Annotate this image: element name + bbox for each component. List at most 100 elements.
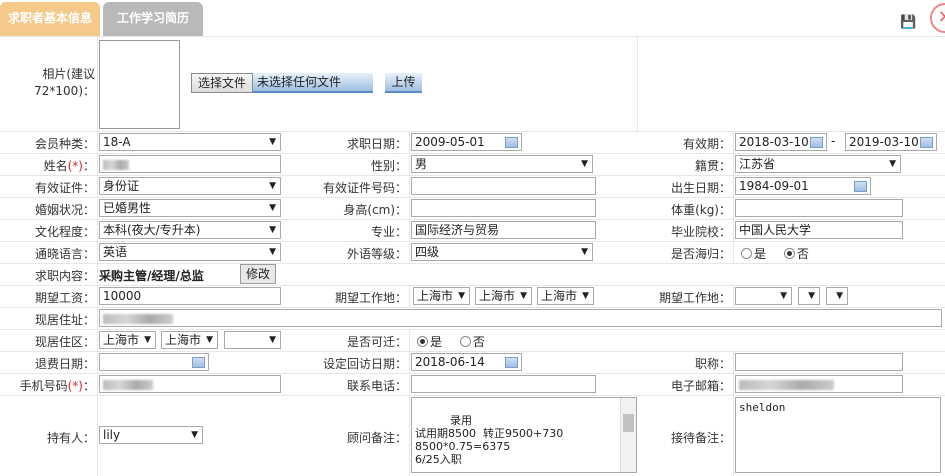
native-place-select[interactable]: 江苏省 ▼ [735,155,901,173]
relocate-yes-label: 是 [430,335,443,349]
returnee-label: 是否海归： [670,247,731,261]
relocate-no-label: 否 [472,335,485,349]
name-input[interactable] [99,155,281,173]
job-content-label: 求职内容： [34,269,95,283]
photo-label: 相片(建议 72*100)： [34,67,95,98]
holder-label: 持有人： [46,431,95,445]
chevron-down-icon: ▼ [889,159,896,169]
language-select[interactable]: 英语 ▼ [99,243,281,261]
email-input[interactable] [735,375,903,393]
phone-input[interactable] [411,375,596,393]
height-label: 身高(cm)： [343,203,407,217]
gender-label: 性别： [370,159,407,173]
weight-input[interactable] [735,199,903,217]
native-place-label: 籍贯： [694,159,731,173]
id-type-label: 有效证件： [34,181,95,195]
current-address-label: 现居住址： [34,313,95,327]
photo-row: 相片(建议 72*100)： 选择文件 未选择任何文件 上传 [0,36,945,132]
expected-city-select-1[interactable]: 上海市 ▼ [413,287,470,305]
chevron-down-icon: ▼ [581,159,588,169]
calendar-icon[interactable] [505,357,518,368]
education-select[interactable]: 本科(夜大/专升本) ▼ [99,221,281,239]
row-notes: 持有人： lily ▼ 顾问备注： 录用 试用期8500 转正9500+730 8… [0,395,945,476]
member-type-select[interactable]: 18-A ▼ [99,133,281,151]
row-expected: 期望工资： 10000 期望工作地： 上海市 ▼ 上海市 ▼ 上海市 ▼ 期望工作地：… [0,285,945,308]
language-level-select[interactable]: 四级 ▼ [411,243,593,261]
row-contact: 手机号码(*)： 联系电话： 电子邮箱： [0,373,945,396]
expected2-select-2[interactable]: ▼ [798,287,820,305]
mobile-label: 手机号码(*)： [19,379,95,393]
reception-note-label: 接待备注： [670,431,731,445]
education-label: 文化程度： [34,225,95,239]
validity-to-input[interactable]: 2019-03-10 [845,133,937,151]
revisit-date-input[interactable]: 2018-06-14 [411,353,522,371]
chevron-down-icon: ▼ [808,291,815,301]
chevron-down-icon: ▼ [191,430,198,440]
validity-separator: - [831,134,836,148]
expected-salary-label: 期望工资： [34,291,95,305]
consultant-note-textarea[interactable]: 录用 试用期8500 转正9500+730 8500*0.75=6375 6/2… [411,397,637,473]
returnee-yes-radio[interactable] [741,248,752,259]
calendar-icon[interactable] [854,181,867,192]
returnee-yes-label: 是 [754,247,767,261]
chevron-down-icon: ▼ [206,335,213,345]
calendar-icon[interactable] [810,137,823,148]
retire-date-label: 退费日期： [34,357,95,371]
id-number-input[interactable] [411,177,596,195]
row-job-content: 求职内容： 采购主管/经理/总监 修改 [0,263,945,286]
calendar-icon[interactable] [920,137,933,148]
scrollbar[interactable] [620,398,636,472]
tab-basic-info[interactable]: 求职者基本信息 [0,2,100,36]
upload-button[interactable]: 上传 [385,73,422,93]
current-address-input[interactable] [99,309,942,327]
expected-city-select-3[interactable]: 上海市 ▼ [537,287,594,305]
returnee-no-label: 否 [796,247,809,261]
calendar-icon[interactable] [192,357,205,368]
area-select-3[interactable]: ▼ [224,331,281,349]
holder-select[interactable]: lily ▼ [99,426,203,444]
expected-city-select-2[interactable]: 上海市 ▼ [475,287,532,305]
validity-from-input[interactable]: 2018-03-10 [735,133,827,151]
language-label: 通晓语言： [34,247,95,261]
id-type-select[interactable]: 身份证 ▼ [99,177,281,195]
tab-bar: 求职者基本信息 工作学习简历 💾 × [0,0,945,36]
gender-select[interactable]: 男 ▼ [411,155,593,173]
row-id: 有效证件： 身份证 ▼ 有效证件号码： 出生日期： 1984-09-01 [0,175,945,198]
job-content-value: 采购主管/经理/总监 [99,269,204,283]
save-icon[interactable]: 💾 [900,16,916,29]
chevron-down-icon: ▼ [458,291,465,301]
current-area-label: 现居住区： [34,335,95,349]
tab-resume[interactable]: 工作学习简历 [103,2,203,36]
member-type-label: 会员种类： [34,137,95,151]
calendar-icon[interactable] [505,137,518,148]
relocate-radio-group: 是 否 [417,333,485,350]
birth-date-input[interactable]: 1984-09-01 [735,177,871,195]
area-select-2[interactable]: 上海市 ▼ [161,331,218,349]
school-input[interactable]: 中国人民大学 [735,221,903,239]
title-label: 职称： [694,357,731,371]
reception-note-textarea[interactable]: sheldon [735,397,941,473]
applicant-form: 相片(建议 72*100)： 选择文件 未选择任何文件 上传 会员种类： 18-… [0,36,945,476]
email-label: 电子邮箱： [670,379,731,393]
marital-select[interactable]: 已婚男性 ▼ [99,199,281,217]
title-input[interactable] [735,353,903,371]
retire-date-input[interactable] [99,353,209,371]
relocate-yes-radio[interactable] [417,336,428,347]
expected-salary-input[interactable]: 10000 [99,287,281,305]
job-date-input[interactable]: 2009-05-01 [411,133,522,151]
returnee-no-radio[interactable] [783,248,795,259]
choose-file-button[interactable]: 选择文件 [191,73,253,93]
edit-job-content-button[interactable]: 修改 [240,264,276,284]
expected2-select-3[interactable]: ▼ [826,287,848,305]
height-input[interactable] [411,199,596,217]
major-input[interactable]: 国际经济与贸易 [411,221,596,239]
close-icon[interactable]: × [930,3,945,33]
expected2-select-1[interactable]: ▼ [735,287,792,305]
relocate-no-radio[interactable] [459,336,471,347]
mobile-input[interactable] [99,375,281,393]
job-date-label: 求职日期： [346,137,407,151]
phone-label: 联系电话： [346,379,407,393]
chevron-down-icon: ▼ [520,291,527,301]
area-select-1[interactable]: 上海市 ▼ [99,331,156,349]
weight-label: 体重(kg)： [671,203,731,217]
